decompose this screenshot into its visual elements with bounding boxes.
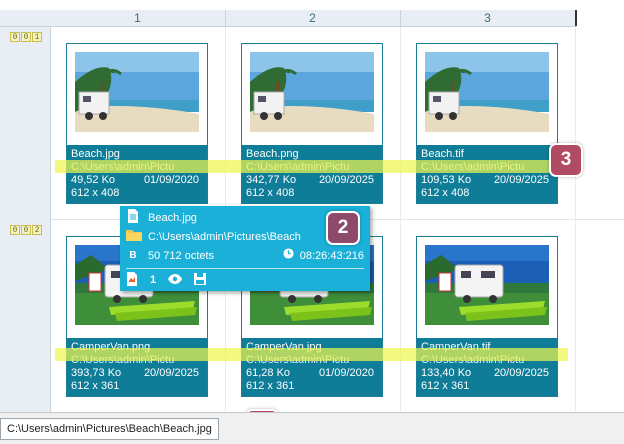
image-dimensions: 612 x 408 (71, 187, 120, 199)
clock-icon (283, 248, 294, 264)
file-date: 20/09/2025 (318, 174, 374, 186)
file-info-panel: CamperVan.tifC:\Users\admin\Pictu133,40 … (417, 338, 557, 396)
column-header-1[interactable]: 1 (50, 10, 226, 26)
thumbnail-card[interactable]: CamperVan.tifC:\Users\admin\Pictu133,40 … (416, 236, 558, 397)
image-dimensions: 612 x 361 (246, 380, 295, 392)
callout-badge-3: 3 (549, 143, 583, 177)
row-label-2[interactable]: 0 0 2 (10, 225, 42, 236)
thumbnail-card[interactable]: Beach.tifC:\Users\admin\Pictu109,53 Ko20… (416, 43, 558, 204)
status-bar: C:\Users\admin\Pictures\Beach\Beach.jpg (0, 412, 624, 444)
file-date: 20/09/2025 (493, 174, 549, 186)
image-file-icon[interactable] (126, 271, 138, 289)
document-icon (126, 208, 140, 228)
file-info-panel: Beach.tifC:\Users\admin\Pictu109,53 Ko20… (417, 145, 557, 203)
file-date: 01/09/2020 (143, 174, 199, 186)
callout-badge-2: 2 (326, 211, 360, 245)
thumbnail-image[interactable] (75, 52, 199, 132)
file-info-panel: Beach.jpgC:\Users\admin\Pictu49,52 Ko01/… (67, 145, 207, 203)
row-label-digit: 1 (32, 32, 42, 42)
file-size: 393,73 Ko (71, 367, 122, 379)
row-header-bar: 0 0 1 0 0 2 (0, 27, 51, 412)
tooltip-count: 1 (150, 274, 157, 286)
file-date: 01/09/2020 (318, 367, 374, 379)
image-dimensions: 612 x 361 (421, 380, 470, 392)
grid-corner (0, 10, 50, 27)
tooltip-actions: 1 (126, 271, 207, 289)
tooltip-time-group: 08:26:43:216 (283, 248, 364, 264)
row-label-digit: 0 (21, 32, 31, 42)
tooltip-folder-row: C:\Users\admin\Pictures\Beach (126, 229, 301, 245)
thumbnail-card[interactable]: Beach.jpgC:\Users\admin\Pictu49,52 Ko01/… (66, 43, 208, 204)
file-size: 49,52 Ko (71, 174, 116, 186)
file-info-panel: CamperVan.pngC:\Users\admin\Pictu393,73 … (67, 338, 207, 396)
tooltip-size-row: B 50 712 octets (126, 248, 214, 264)
thumbnail-image[interactable] (250, 52, 374, 132)
file-date: 20/09/2025 (143, 367, 199, 379)
tooltip-time: 08:26:43:216 (299, 250, 364, 262)
folder-icon (126, 229, 142, 246)
tooltip-filename-row: Beach.jpg (126, 208, 197, 228)
file-size: 342,77 Ko (246, 174, 297, 186)
tooltip-filename: Beach.jpg (148, 212, 197, 224)
path-highlight-row-2 (55, 348, 568, 361)
image-dimensions: 612 x 408 (421, 187, 470, 199)
row-label-digit: 0 (10, 225, 20, 235)
path-highlight-row-1 (55, 160, 568, 173)
row-label-digit: 0 (10, 32, 20, 42)
column-header-bar: 1 2 3 (50, 10, 576, 27)
column-header-3[interactable]: 3 (400, 10, 576, 26)
save-icon[interactable] (194, 272, 207, 288)
tooltip-folder: C:\Users\admin\Pictures\Beach (148, 231, 301, 243)
column-header-2[interactable]: 2 (225, 10, 401, 26)
file-date: 20/09/2025 (493, 367, 549, 379)
file-info-panel: CamperVan.jpgC:\Users\admin\Pictu61,28 K… (242, 338, 382, 396)
column-divider (575, 27, 576, 412)
thumbnail-image[interactable] (425, 245, 549, 325)
row-label-1[interactable]: 0 0 1 (10, 32, 42, 43)
byte-size-icon: B (129, 250, 137, 261)
file-info-panel: Beach.pngC:\Users\admin\Pictu342,77 Ko20… (242, 145, 382, 203)
file-size: 133,40 Ko (421, 367, 472, 379)
tooltip-divider (126, 268, 364, 269)
thumbnail-card[interactable]: Beach.pngC:\Users\admin\Pictu342,77 Ko20… (241, 43, 383, 204)
row-label-digit: 0 (21, 225, 31, 235)
file-size: 109,53 Ko (421, 174, 472, 186)
row-label-digit: 2 (32, 225, 42, 235)
tooltip-size: 50 712 octets (148, 250, 215, 262)
file-size: 61,28 Ko (246, 367, 291, 379)
eye-icon[interactable] (168, 273, 183, 287)
image-dimensions: 612 x 361 (71, 380, 120, 392)
image-dimensions: 612 x 408 (246, 187, 295, 199)
thumbnail-image[interactable] (425, 52, 549, 132)
column-resize-handle[interactable] (575, 10, 577, 26)
status-path: C:\Users\admin\Pictures\Beach\Beach.jpg (0, 418, 219, 440)
